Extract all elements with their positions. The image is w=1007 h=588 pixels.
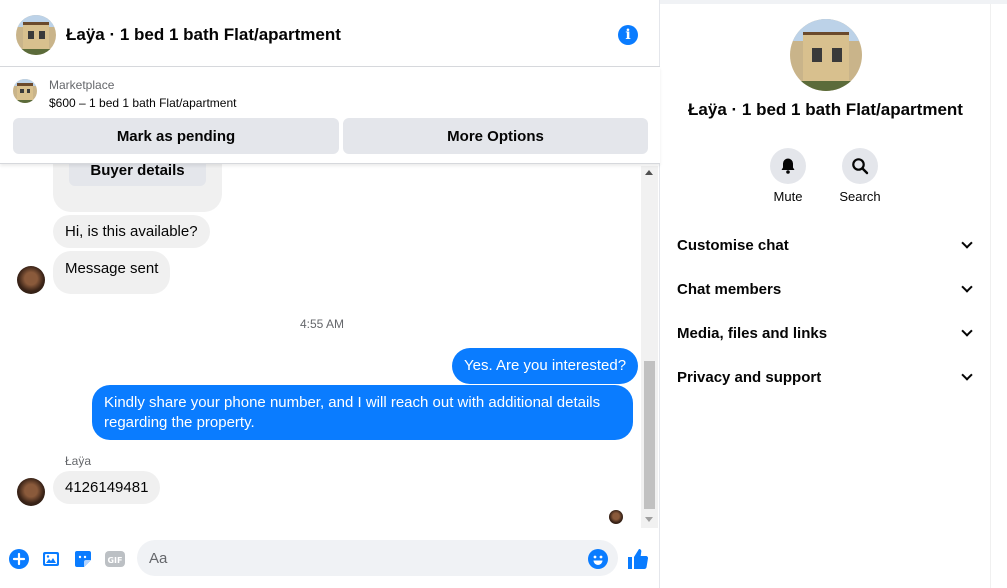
sticker-icon[interactable] — [73, 549, 93, 569]
sender-name: Łaÿa — [65, 454, 92, 468]
search-label: Search — [839, 189, 881, 204]
mark-as-pending-button[interactable]: Mark as pending — [13, 118, 339, 154]
scroll-down-arrow[interactable] — [645, 517, 653, 522]
gif-icon[interactable]: GIF — [105, 549, 125, 569]
panel-title: Łaÿa · 1 bed 1 bath Flat/apartment — [688, 100, 963, 119]
scrollbar-thumb[interactable] — [644, 361, 655, 509]
message-list: Buyer details Hi, is this available? Mes… — [0, 164, 660, 530]
marketplace-banner: Marketplace $600 – 1 bed 1 bath Flat/apa… — [0, 67, 660, 164]
bell-icon[interactable] — [770, 148, 806, 184]
search-action[interactable]: Search — [830, 148, 890, 204]
window-edge — [990, 4, 1007, 588]
privacy-support-row[interactable]: Privacy and support — [677, 355, 977, 399]
avatar[interactable] — [17, 266, 45, 294]
profile-photo[interactable] — [790, 19, 862, 91]
chat-title[interactable]: Łaÿa · 1 bed 1 bath Flat/apartment — [66, 25, 341, 45]
chevron-down-icon — [961, 237, 973, 249]
message-input[interactable]: Aa — [137, 540, 618, 576]
row-label: Privacy and support — [677, 368, 822, 386]
like-icon[interactable] — [626, 547, 650, 571]
chat-pane: Łaÿa · 1 bed 1 bath Flat/apartment i Mar… — [0, 0, 660, 588]
row-label: Chat members — [677, 280, 782, 298]
scrollbar[interactable] — [641, 166, 658, 528]
media-files-links-row[interactable]: Media, files and links — [677, 311, 977, 355]
image-icon[interactable] — [41, 549, 61, 569]
search-icon[interactable] — [842, 148, 878, 184]
messenger-window: Łaÿa · 1 bed 1 bath Flat/apartment i Mar… — [0, 0, 1007, 588]
svg-text:GIF: GIF — [107, 556, 122, 565]
row-label: Media, files and links — [677, 324, 828, 342]
message-bubble-outgoing[interactable]: Kindly share your phone number, and I wi… — [92, 385, 633, 440]
chat-header: Łaÿa · 1 bed 1 bath Flat/apartment i — [0, 4, 660, 67]
listing-thumbnail-small[interactable] — [13, 79, 37, 103]
listing-summary[interactable]: $600 – 1 bed 1 bath Flat/apartment — [49, 96, 236, 110]
message-timestamp: 4:55 AM — [299, 317, 345, 331]
chevron-down-icon — [961, 369, 973, 381]
composer: GIF Aa — [0, 530, 660, 588]
chevron-down-icon — [961, 281, 973, 293]
chat-info-panel: Łaÿa · 1 bed 1 bath Flat/apartment Mute … — [661, 4, 990, 588]
message-bubble[interactable]: Message sent — [53, 251, 171, 294]
mute-label: Mute — [773, 189, 803, 204]
info-icon[interactable]: i — [618, 25, 638, 45]
buyer-details-card: Buyer details — [53, 164, 222, 212]
message-bubble-outgoing[interactable]: Yes. Are you interested? — [452, 348, 639, 384]
marketplace-label: Marketplace — [49, 78, 115, 92]
listing-thumbnail[interactable] — [16, 15, 56, 55]
more-options-button[interactable]: More Options — [343, 118, 648, 154]
read-receipt-avatar — [609, 510, 623, 524]
message-bubble[interactable]: 4126149481 — [53, 471, 161, 504]
message-input-placeholder: Aa — [149, 549, 168, 567]
scroll-up-arrow[interactable] — [645, 170, 653, 175]
chat-members-row[interactable]: Chat members — [677, 267, 977, 311]
buyer-details-button[interactable]: Buyer details — [69, 164, 206, 186]
avatar[interactable] — [17, 478, 45, 506]
customise-chat-row[interactable]: Customise chat — [677, 223, 977, 267]
chevron-down-icon — [961, 325, 973, 337]
row-label: Customise chat — [677, 236, 789, 254]
plus-icon[interactable] — [9, 549, 29, 569]
emoji-icon[interactable] — [588, 549, 608, 569]
mute-action[interactable]: Mute — [758, 148, 818, 204]
message-bubble[interactable]: Hi, is this available? — [53, 215, 210, 248]
